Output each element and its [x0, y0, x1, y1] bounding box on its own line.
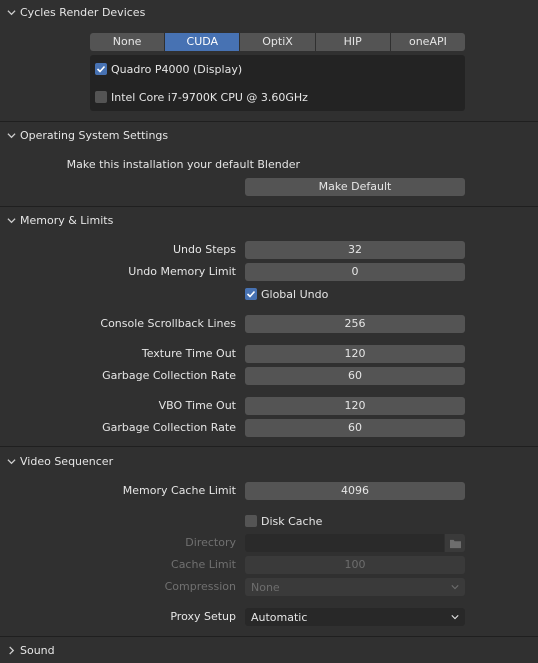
section-header-cycles[interactable]: Cycles Render Devices — [0, 1, 538, 23]
tab-cuda[interactable]: CUDA — [165, 33, 240, 51]
checkbox-empty-icon — [245, 515, 257, 527]
section-title: Sound — [20, 643, 55, 657]
checkbox-empty-icon — [95, 91, 107, 103]
disk-cache-limit-label: Cache Limit — [171, 558, 236, 571]
directory-field[interactable] — [245, 534, 444, 552]
make-default-button[interactable]: Make Default — [245, 178, 465, 196]
disk-cache-limit-field[interactable]: 100 — [245, 556, 465, 574]
section-header-sound[interactable]: Sound — [0, 639, 538, 661]
tab-optix[interactable]: OptiX — [240, 33, 315, 51]
chevron-down-icon — [451, 585, 459, 590]
chevron-down-icon — [451, 615, 459, 620]
separator — [0, 446, 538, 447]
device-label: Intel Core i7-9700K CPU @ 3.60GHz — [111, 90, 308, 104]
chevron-down-icon — [4, 128, 18, 142]
os-description: Make this installation your default Blen… — [66, 158, 300, 171]
section-header-memory[interactable]: Memory & Limits — [0, 209, 538, 231]
device-label: Quadro P4000 (Display) — [111, 62, 243, 76]
undo-memory-field[interactable]: 0 — [245, 263, 465, 281]
tab-oneapi[interactable]: oneAPI — [390, 33, 466, 51]
separator — [0, 636, 538, 637]
compression-label: Compression — [164, 580, 236, 593]
undo-steps-label: Undo Steps — [172, 243, 236, 256]
section-title: Cycles Render Devices — [20, 5, 146, 19]
checkbox-label: Global Undo — [261, 287, 329, 301]
gc-rate-field[interactable]: 60 — [245, 367, 465, 385]
disk-cache-checkbox[interactable]: Disk Cache — [245, 512, 322, 530]
section-title: Video Sequencer — [20, 454, 114, 468]
checkmark-icon — [95, 63, 107, 75]
chevron-down-icon — [4, 5, 18, 19]
directory-label: Directory — [185, 536, 236, 549]
separator — [0, 121, 538, 122]
chevron-down-icon — [4, 213, 18, 227]
section-title: Operating System Settings — [20, 128, 169, 142]
chevron-right-icon — [4, 643, 18, 657]
vbo-gc-rate-field[interactable]: 60 — [245, 419, 465, 437]
proxy-setup-dropdown[interactable]: Automatic — [245, 608, 465, 626]
vbo-timeout-label: VBO Time Out — [158, 399, 236, 412]
checkbox-label: Disk Cache — [261, 514, 323, 528]
undo-memory-label: Undo Memory Limit — [128, 265, 236, 278]
dropdown-value: Automatic — [251, 610, 308, 624]
folder-icon — [449, 539, 461, 548]
tab-none[interactable]: None — [90, 33, 165, 51]
console-scrollback-label: Console Scrollback Lines — [100, 317, 236, 330]
compression-dropdown[interactable]: None — [245, 578, 465, 596]
gc-rate-label: Garbage Collection Rate — [102, 369, 236, 382]
texture-timeout-label: Texture Time Out — [141, 347, 236, 360]
global-undo-checkbox[interactable]: Global Undo — [245, 285, 328, 303]
folder-browse-button[interactable] — [445, 534, 465, 552]
vbo-gc-rate-label: Garbage Collection Rate — [102, 421, 236, 434]
vbo-timeout-field[interactable]: 120 — [245, 397, 465, 415]
tab-hip[interactable]: HIP — [315, 33, 390, 51]
device-checkbox-gpu[interactable]: Quadro P4000 (Display) — [95, 60, 242, 78]
memory-cache-limit-field[interactable]: 4096 — [245, 482, 465, 500]
section-header-os[interactable]: Operating System Settings — [0, 124, 538, 146]
texture-timeout-field[interactable]: 120 — [245, 345, 465, 363]
chevron-down-icon — [4, 454, 18, 468]
dropdown-value: None — [251, 580, 280, 594]
separator — [0, 206, 538, 207]
device-checkbox-cpu[interactable]: Intel Core i7-9700K CPU @ 3.60GHz — [95, 88, 308, 106]
device-type-tabs: None CUDA OptiX HIP oneAPI — [90, 33, 466, 51]
section-title: Memory & Limits — [20, 213, 114, 227]
undo-steps-field[interactable]: 32 — [245, 241, 465, 259]
section-header-vse[interactable]: Video Sequencer — [0, 450, 538, 472]
checkmark-icon — [245, 288, 257, 300]
memory-cache-limit-label: Memory Cache Limit — [122, 484, 236, 497]
console-scrollback-field[interactable]: 256 — [245, 315, 465, 333]
proxy-setup-label: Proxy Setup — [170, 610, 236, 623]
